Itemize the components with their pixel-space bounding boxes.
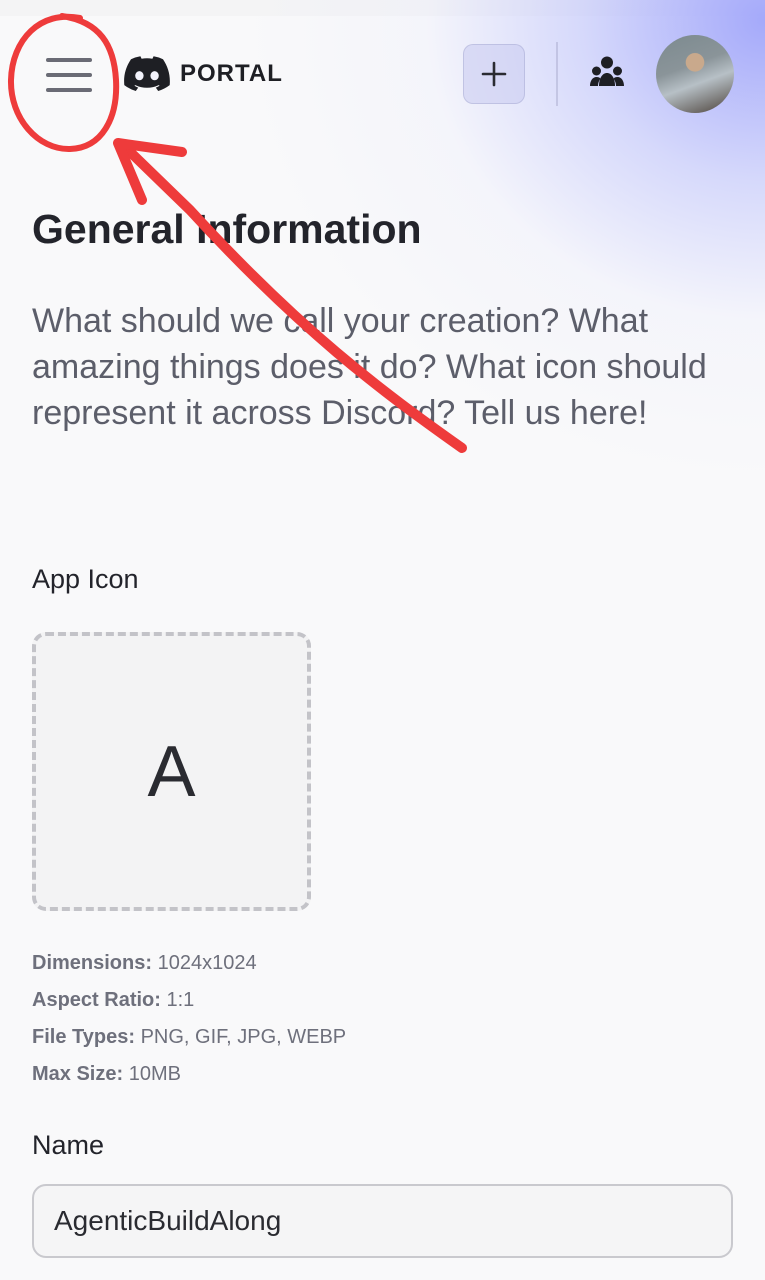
user-avatar[interactable] bbox=[656, 35, 734, 113]
plus-icon bbox=[481, 61, 507, 87]
teams-button[interactable] bbox=[590, 56, 624, 93]
brand-name: PORTAL bbox=[180, 60, 283, 87]
name-input[interactable] bbox=[32, 1184, 733, 1258]
spec-aspect-ratio: Aspect Ratio: 1:1 bbox=[32, 989, 195, 1011]
app-icon-upload[interactable]: A bbox=[32, 632, 311, 911]
page-description: What should we call your creation? What … bbox=[32, 302, 707, 432]
header-divider bbox=[556, 42, 558, 106]
hamburger-menu-icon[interactable] bbox=[46, 56, 94, 94]
spec-dimensions: Dimensions: 1024x1024 bbox=[32, 952, 257, 974]
app-icon-specs: Dimensions: 1024x1024 Aspect Ratio: 1:1 … bbox=[32, 948, 346, 1096]
app-icon-placeholder-letter: A bbox=[147, 731, 196, 812]
portal-logo[interactable]: PORTAL bbox=[124, 56, 283, 92]
spec-file-types: File Types: PNG, GIF, JPG, WEBP bbox=[32, 1026, 347, 1048]
discord-logo-icon bbox=[124, 56, 170, 91]
name-label: Name bbox=[32, 1130, 105, 1160]
people-icon bbox=[590, 56, 624, 86]
app-icon-label: App Icon bbox=[32, 564, 139, 594]
header-gradient bbox=[0, 0, 765, 520]
add-button[interactable] bbox=[463, 44, 525, 104]
page-title: General Information bbox=[32, 206, 422, 252]
spec-max-size: Max Size: 10MB bbox=[32, 1063, 181, 1085]
